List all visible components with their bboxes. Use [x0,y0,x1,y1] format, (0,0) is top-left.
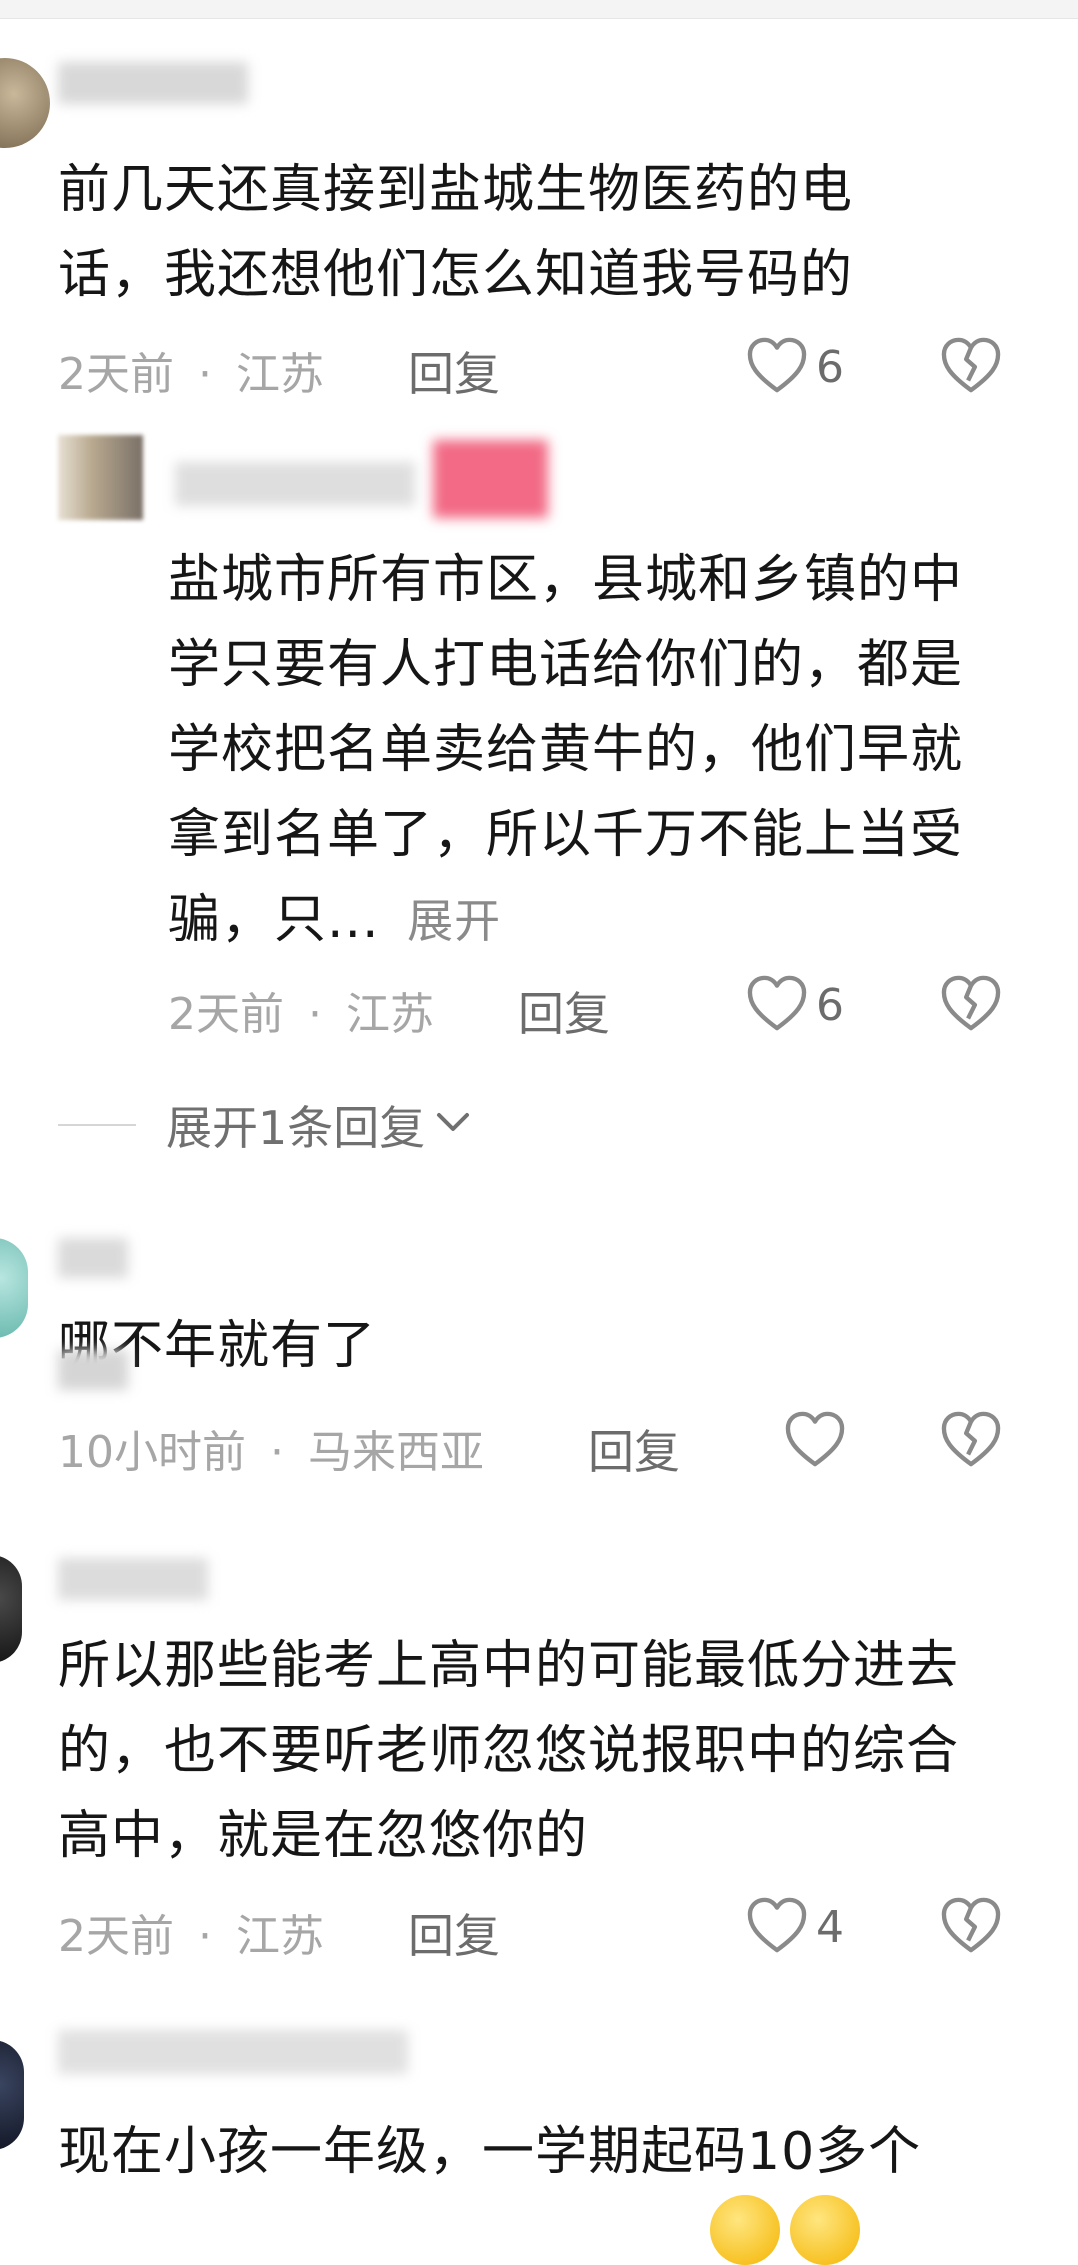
comment-time: 10小时前 [58,1427,246,1478]
user-badge-blurred [433,440,548,518]
broken-heart-icon [940,1897,1002,1958]
comment-text: 前几天还真接到盐城生物医药的电话，我还想他们怎么知道我号码的 [58,160,854,305]
like-count: 6 [816,341,844,393]
divider-line [58,1124,136,1126]
username-blurred[interactable] [58,62,248,104]
like-button[interactable]: 4 [746,1896,844,1958]
comment-meta: 10小时前 · 马来西亚 [58,1416,484,1480]
like-button[interactable]: 6 [746,974,844,1036]
broken-heart-icon [940,1411,1002,1472]
username-blurred[interactable] [58,1238,128,1278]
avatar[interactable] [0,58,50,148]
sweat-smile-emoji-icon [790,2195,860,2265]
reply-button[interactable]: 回复 [518,978,610,1044]
comment-location: 马来西亚 [308,1427,484,1478]
username-blurred[interactable] [175,462,415,506]
like-button[interactable]: 6 [746,336,844,398]
reply-button[interactable]: 回复 [588,1416,680,1482]
broken-heart-icon [940,337,1002,398]
comment-meta: 2天前 · 江苏 [58,1900,324,1964]
comment-text: 盐城市所有市区，县城和乡镇的中学只要有人打电话给你们的，都是学校把名单卖给黄牛的… [168,538,1008,964]
like-count: 6 [816,979,844,1031]
heart-outline-icon [746,336,808,398]
broken-heart-icon [940,975,1002,1036]
chevron-down-icon [425,1109,473,1141]
meta-separator: · [198,1911,212,1962]
dislike-button[interactable] [940,974,1002,1036]
expand-replies-button[interactable]: 展开1条回复 [58,1092,473,1158]
meta-separator: · [308,989,322,1040]
comment-text: 哪不年就有了 [58,1316,377,1376]
comment-time: 2天前 [58,349,174,400]
avatar[interactable] [0,1238,28,1338]
comment-meta: 2天前 · 江苏 [58,338,324,402]
dislike-button[interactable] [940,1410,1002,1472]
heart-outline-icon [746,1896,808,1958]
comment-text: 现在小孩一年级，一学期起码10多个 [58,2122,922,2182]
top-divider [0,0,1078,19]
comment-text: 所以那些能考上高中的可能最低分进去的，也不要听老师忽悠说报职中的综合高中，就是在… [58,1636,960,1866]
comment-time: 2天前 [168,989,284,1040]
heart-outline-icon [746,974,808,1036]
comment-body: 盐城市所有市区，县城和乡镇的中学只要有人打电话给你们的，都是学校把名单卖给黄牛的… [168,550,964,950]
comment-location: 江苏 [236,349,324,400]
like-count: 4 [816,1901,844,1953]
expand-replies-label: 展开1条回复 [166,1101,426,1155]
blurred-patch [58,1350,128,1390]
dislike-button[interactable] [940,1896,1002,1958]
username-blurred[interactable] [58,2030,408,2074]
avatar[interactable] [58,435,143,520]
sweat-smile-emoji-icon [710,2195,780,2265]
like-button[interactable] [784,1410,854,1472]
username-blurred[interactable] [58,1558,208,1600]
heart-outline-icon [784,1410,846,1472]
comment-meta: 2天前 · 江苏 [168,978,434,1042]
comment-location: 江苏 [346,989,434,1040]
reply-button[interactable]: 回复 [408,338,500,404]
expand-link[interactable]: 展开 [407,894,501,948]
reply-button[interactable]: 回复 [408,1900,500,1966]
meta-separator: · [270,1427,284,1478]
comment-location: 江苏 [236,1911,324,1962]
meta-separator: · [198,349,212,400]
avatar[interactable] [0,2040,24,2150]
dislike-button[interactable] [940,336,1002,398]
comment-time: 2天前 [58,1911,174,1962]
avatar[interactable] [0,1555,22,1663]
